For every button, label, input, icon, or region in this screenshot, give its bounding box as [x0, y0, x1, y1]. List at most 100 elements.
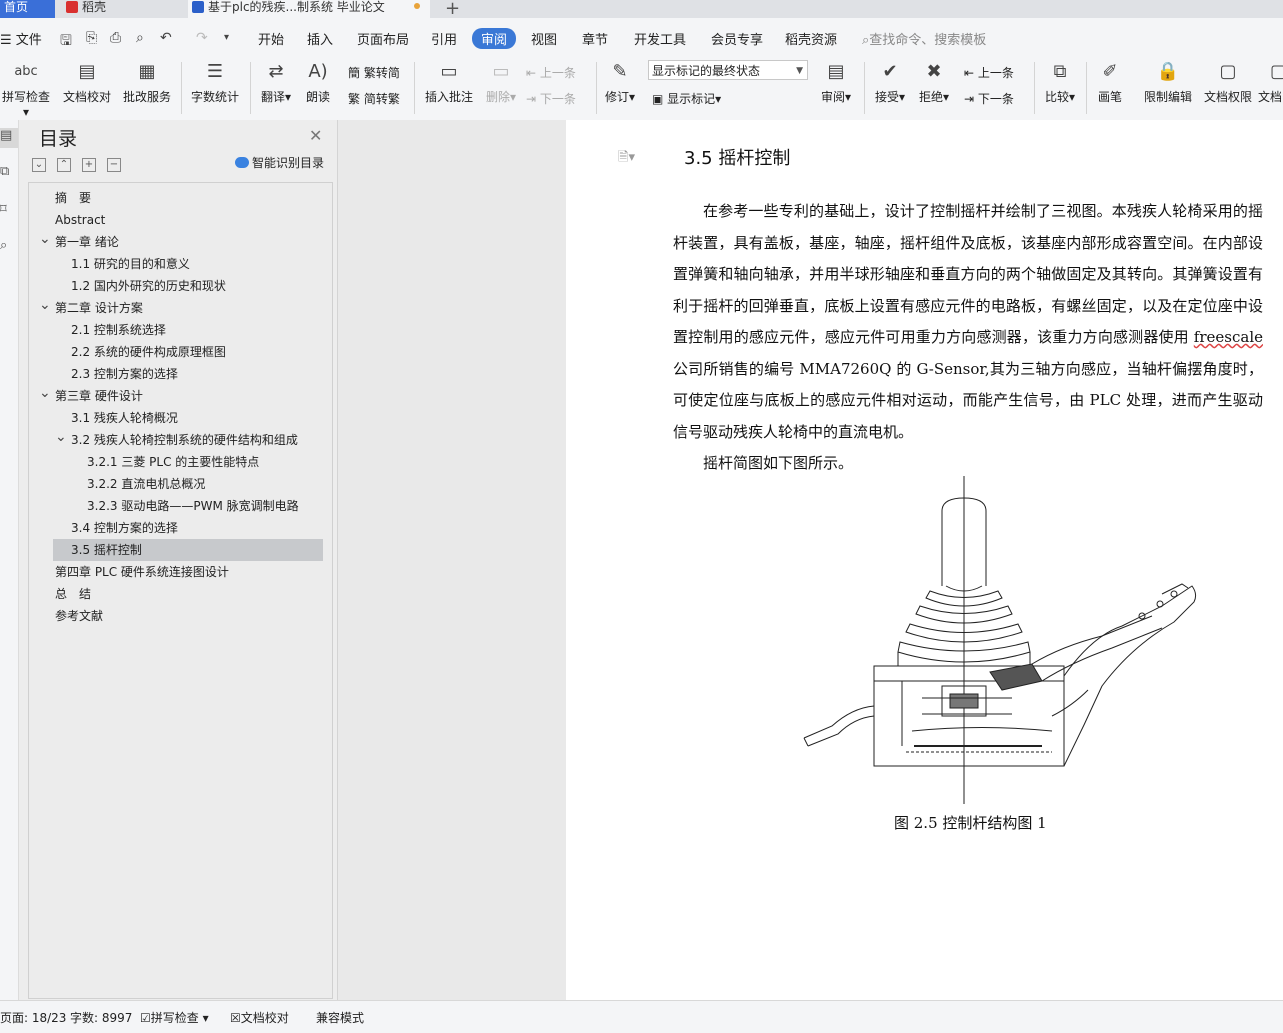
toc-item[interactable]: 参考文献 [29, 605, 323, 627]
document-page[interactable]: 🗎▾ 3.5 摇杆控制 在参考一些专利的基础上，设计了控制摇杆并绘制了三视图。本… [566, 120, 1283, 1000]
toc-item[interactable]: ⌄ 3.2 残疾人轮椅控制系统的硬件结构和组成 [29, 429, 323, 451]
tab-document[interactable]: 基于plc的残疾...制系统 毕业论文 [188, 0, 430, 18]
command-search[interactable]: ⌕查找命令、搜索模板 [862, 29, 986, 48]
toc-item[interactable]: 2.2 系统的硬件构成原理框图 [29, 341, 323, 363]
toc-item[interactable]: ⌄ 第三章 硬件设计 [29, 385, 323, 407]
status-spell-check[interactable]: ☑拼写检查 ▾ [140, 1009, 209, 1026]
file-menu[interactable]: ☰ 文件 [0, 29, 42, 48]
preview-icon[interactable]: ⌕ [136, 30, 144, 46]
add-heading-icon[interactable]: + [82, 158, 96, 172]
save-icon[interactable]: 🖫 [60, 30, 72, 54]
tab-insert[interactable]: 插入 [307, 29, 333, 48]
pen-label: 画笔 [1097, 90, 1122, 104]
track-changes-button[interactable]: ✎ 修订▾ [600, 60, 640, 105]
chevron-down-icon[interactable]: ⌄ [39, 382, 51, 404]
next-comment-icon: ⇥ [526, 92, 540, 106]
word-count-button[interactable]: ☰ 字数统计 [188, 60, 242, 105]
toc-item[interactable]: 2.3 控制方案的选择 [29, 363, 323, 385]
word-count-icon: ☰ [206, 61, 224, 82]
chevron-down-icon[interactable]: ⌄ [39, 228, 51, 250]
insert-comment-button[interactable]: ▭ 插入批注 [422, 60, 476, 105]
ribbon-separator [414, 62, 415, 114]
bookmark-icon[interactable]: ⌑ [0, 202, 18, 222]
show-markup-label: 显示标记 [667, 92, 716, 106]
document-background [338, 120, 566, 1000]
toc-panel-icon[interactable]: ▤ [0, 128, 18, 148]
toc-item[interactable]: 3.5 摇杆控制 [53, 539, 323, 561]
review-pane-button[interactable]: ▤ 审阅▾ [816, 60, 856, 105]
tab-chapter[interactable]: 章节 [582, 29, 608, 48]
toc-item[interactable]: 第四章 PLC 硬件系统连接图设计 [29, 561, 323, 583]
remove-heading-icon[interactable]: − [107, 158, 121, 172]
tab-developer[interactable]: 开发工具 [634, 29, 686, 48]
show-markup-button[interactable]: ▣ 显示标记▾ [652, 90, 721, 107]
tab-member[interactable]: 会员专享 [711, 29, 763, 48]
body-text[interactable]: 在参考一些专利的基础上，设计了控制摇杆并绘制了三视图。本残疾人轮椅采用的摇杆装置… [673, 196, 1263, 480]
tab-view[interactable]: 视图 [531, 29, 557, 48]
batch-service-button[interactable]: ▦ 批改服务 [120, 60, 174, 105]
toc-item[interactable]: 3.2.2 直流电机总概况 [29, 473, 323, 495]
toc-item[interactable]: 2.1 控制系统选择 [29, 319, 323, 341]
read-aloud-button[interactable]: A) 朗读 [300, 60, 336, 105]
next-change-icon: ⇥ [964, 92, 978, 106]
toc-item[interactable]: 1.1 研究的目的和意义 [29, 253, 323, 275]
doc-more-button[interactable]: ▢ 文档 [1258, 60, 1283, 105]
restrict-edit-button[interactable]: 🔒 限制编辑 [1140, 60, 1196, 105]
customize-arrow-icon[interactable]: ▾ [224, 32, 229, 43]
toc-item[interactable]: ⌄ 第二章 设计方案 [29, 297, 323, 319]
pages-panel-icon[interactable]: ⧉ [0, 164, 18, 184]
chevron-down-icon[interactable]: ⌄ [39, 294, 51, 316]
tab-daoke-resource[interactable]: 稻壳资源 [785, 29, 837, 48]
pen-button[interactable]: ✐ 画笔 [1092, 60, 1128, 105]
next-comment-button[interactable]: ⇥ 下一条 [526, 90, 576, 107]
tab-daoke[interactable]: 稻壳 [62, 0, 180, 18]
new-tab-plus-icon[interactable]: + [445, 0, 460, 19]
prev-change-button[interactable]: ⇤ 上一条 [964, 64, 1014, 81]
toc-item[interactable]: 摘 要 [29, 187, 323, 209]
tab-review[interactable]: 审阅 [472, 28, 517, 49]
find-icon[interactable]: ⌕ [0, 238, 18, 258]
paragraph-1-part-a: 在参考一些专利的基础上，设计了控制摇杆并绘制了三视图。本残疾人轮椅采用的摇杆装置… [673, 202, 1263, 346]
toc-item[interactable]: 3.2.3 驱动电路——PWM 脉宽调制电路 [29, 495, 323, 517]
tab-start[interactable]: 开始 [258, 29, 284, 48]
status-doc-check[interactable]: ☒文档校对 [230, 1009, 289, 1026]
spell-check-button[interactable]: abc 拼写检查▾ [0, 60, 52, 119]
tab-home[interactable]: 首页 [0, 0, 55, 18]
page-counter[interactable]: 页面: 18/23 [0, 1009, 66, 1026]
print-icon[interactable]: ⎙ [110, 30, 121, 46]
dropdown-arrow-icon: ▼ [796, 66, 803, 76]
toc-item[interactable]: 总 结 [29, 583, 323, 605]
reject-button[interactable]: ✖ 拒绝▾ [914, 60, 954, 105]
toc-item[interactable]: 3.2.1 三菱 PLC 的主要性能特点 [29, 451, 323, 473]
redo-icon[interactable]: ↷ [196, 30, 208, 46]
batch-service-icon: ▦ [138, 61, 156, 82]
smart-toc-button[interactable]: 智能识别目录 [235, 154, 324, 171]
prev-comment-button[interactable]: ⇤ 上一条 [526, 64, 576, 81]
delete-comment-button[interactable]: ▭ 删除▾ [481, 60, 521, 105]
toc-item[interactable]: Abstract [29, 209, 323, 231]
simp-to-trad-button[interactable]: 繁 简转繁 [348, 90, 400, 107]
compare-button[interactable]: ⧉ 比较▾ [1040, 60, 1080, 105]
word-counter[interactable]: 字数: 8997 [70, 1009, 132, 1026]
toc-item[interactable]: 3.4 控制方案的选择 [29, 517, 323, 539]
doc-check-button[interactable]: ▤ 文档校对 [60, 60, 114, 105]
close-icon[interactable]: ✕ [309, 126, 322, 145]
paragraph-handle-icon[interactable]: 🗎▾ [618, 148, 635, 170]
undo-icon[interactable]: ↶ [160, 30, 172, 46]
collapse-all-icon[interactable]: ⌃ [57, 158, 71, 172]
paragraph-1-part-b: 公司所销售的编号 MMA7260Q 的 G-Sensor,其为三轴方向感应，当轴… [673, 359, 1263, 441]
doc-permission-button[interactable]: ▢ 文档权限 [1200, 60, 1256, 105]
trad-to-simp-button[interactable]: 簡 繁转简 [348, 64, 400, 81]
markup-state-select[interactable]: 显示标记的最终状态 ▼ [648, 60, 808, 80]
toc-item[interactable]: ⌄ 第一章 绪论 [29, 231, 323, 253]
toc-item[interactable]: 1.2 国内外研究的历史和现状 [29, 275, 323, 297]
next-change-button[interactable]: ⇥ 下一条 [964, 90, 1014, 107]
translate-button[interactable]: ⇄ 翻译▾ [256, 60, 296, 105]
chevron-down-icon[interactable]: ⌄ [55, 426, 67, 448]
tab-layout[interactable]: 页面布局 [357, 29, 409, 48]
accept-button[interactable]: ✔ 接受▾ [870, 60, 910, 105]
toc-item[interactable]: 3.1 残疾人轮椅概况 [29, 407, 323, 429]
export-icon[interactable]: ⎘ [86, 30, 97, 46]
tab-reference[interactable]: 引用 [431, 29, 457, 48]
expand-all-icon[interactable]: ⌄ [32, 158, 46, 172]
